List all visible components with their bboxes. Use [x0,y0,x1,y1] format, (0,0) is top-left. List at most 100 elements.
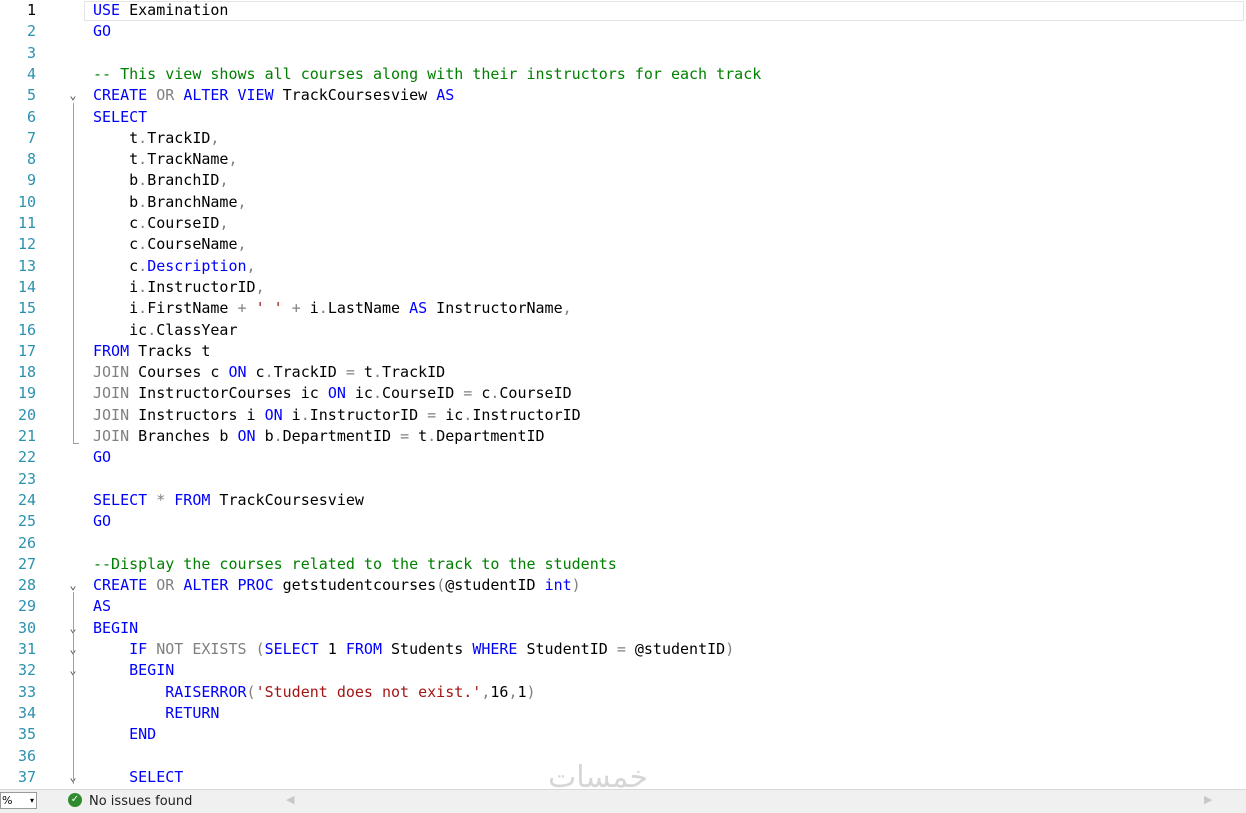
code-token: NOT EXISTS [156,640,247,658]
code-line[interactable]: 31⌄ IF NOT EXISTS (SELECT 1 FROM Student… [0,639,1246,660]
code-token: + [237,299,247,318]
chevron-down-icon: ▾ [29,796,34,805]
code-line[interactable]: 16 ic.ClassYear [0,320,1246,341]
line-number: 21 [17,427,36,445]
code-token: TrackID [273,363,346,382]
code-token: LastName [327,299,410,318]
code-token: , [237,192,247,211]
code-line[interactable]: 30⌄BEGIN [0,618,1246,639]
code-token: GO [93,22,112,41]
code-line[interactable]: 20 JOIN Instructors i ON i.InstructorID =… [0,405,1246,426]
line-number: 10 [17,192,36,211]
code-token: 16 [490,682,509,701]
code-line[interactable]: 28 ⌄ CREATE OR ALTER PROC getstudentcourse… [0,575,1246,596]
code-token: SELECT [264,640,319,658]
zoom-dropdown[interactable]: % ▾ [0,792,37,809]
code-line[interactable]: 5 ⌄ CREATE OR ALTER VIEW TrackCoursesview … [0,85,1246,106]
code-line[interactable]: 8 t.TrackName, [0,149,1246,170]
code-text: USE Examination [93,0,228,21]
line-number: 19 [17,384,36,403]
code-token: @studentID [445,576,545,595]
line-number: 17 [17,341,36,360]
code-text: AS [93,596,111,617]
code-token: RETURN [165,703,220,722]
code-token: = [427,405,437,424]
line-number: 12 [17,235,36,254]
code-text: ic.ClassYear [93,320,238,341]
code-line[interactable]: 26 [0,533,1246,554]
code-token: c [93,235,139,254]
line-number: 28 [17,576,36,595]
code-text: i.InstructorID, [93,277,264,298]
code-line[interactable]: 33 RAISERROR('Student does not exist.',1… [0,682,1246,703]
code-line[interactable]: 34 RETURN [0,703,1246,724]
code-line[interactable]: 10 b.BranchName, [0,192,1246,213]
code-line[interactable]: 1 USE Examination [0,0,1246,21]
code-text: BEGIN [93,660,174,681]
line-number: 24 [17,490,36,509]
code-token: . [138,192,148,211]
code-token: = [463,384,473,403]
fold-guide-line [73,656,74,742]
code-line[interactable]: 11 c.CourseID, [0,213,1246,234]
code-token: SELECT [93,107,148,126]
code-token: 1 [318,640,346,658]
code-line[interactable]: 3 [0,43,1246,64]
code-line[interactable]: 15 i.FirstName + ' ' + i.LastName AS Ins… [0,298,1246,319]
code-line[interactable]: 12 c.CourseName, [0,234,1246,255]
line-number: 23 [17,469,36,488]
scroll-right-icon[interactable]: ▶ [1204,793,1212,806]
code-token: . [138,214,148,232]
code-line[interactable]: 32⌄ BEGIN [0,660,1246,681]
code-line[interactable]: 18 JOIN Courses c ON c.TrackID = t.TrackI… [0,362,1246,383]
code-line[interactable]: 21 JOIN Branches b ON b.DepartmentID = t.… [0,426,1246,447]
code-token: TrackID [147,128,211,147]
code-token: ) [526,682,536,701]
code-text: t.TrackID, [93,128,219,149]
code-token: GO [93,448,112,467]
code-token: CourseID [147,214,220,232]
scroll-left-icon[interactable]: ◀ [286,793,294,806]
code-token: ( [436,576,446,595]
code-token: ic [345,384,373,403]
code-line[interactable]: 4 -- This view shows all courses along wi… [0,64,1246,85]
code-token: , [228,150,238,169]
code-line[interactable]: 29 AS [0,596,1246,617]
watermark-logo: خمسات [548,760,649,795]
code-token: . [273,427,283,445]
code-token: ClassYear [156,320,238,339]
code-token: i [93,277,139,296]
line-number: 25 [17,512,36,531]
code-line[interactable]: 22 GO [0,447,1246,468]
code-token: = [345,363,355,382]
code-line[interactable]: 2 GO [0,21,1246,42]
check-circle-icon[interactable]: ✓ [68,793,82,807]
code-line[interactable]: 23 [0,469,1246,490]
code-token: i [93,299,139,318]
code-line[interactable]: 27 --Display the courses related to the t… [0,554,1246,575]
code-line[interactable]: 24 SELECT * FROM TrackCoursesview [0,490,1246,511]
code-token: i [282,405,301,424]
code-editor[interactable]: 1 USE Examination 2 GO 3 4 -- This view shows … [0,0,1246,789]
code-token: InstructorCourses ic [129,384,328,403]
code-token: BranchID [147,171,220,190]
code-line[interactable]: 13 c.Description, [0,256,1246,277]
code-line[interactable]: 35 END [0,724,1246,745]
code-line[interactable]: 17 FROM Tracks t [0,341,1246,362]
code-line[interactable]: 9 b.BranchID, [0,170,1246,191]
code-token: t [93,150,139,169]
issues-status-text[interactable]: No issues found [89,793,192,810]
code-token: . [138,128,148,147]
code-token: JOIN [93,384,130,403]
code-line[interactable]: 7 t.TrackID, [0,128,1246,149]
code-line[interactable]: 25 GO [0,511,1246,532]
code-text: RETURN [93,703,219,724]
code-token: Branches b [129,427,238,445]
code-line[interactable]: 14 i.InstructorID, [0,277,1246,298]
code-line[interactable]: 6 SELECT [0,107,1246,128]
code-line[interactable]: 19 JOIN InstructorCourses ic ON ic.Course… [0,383,1246,404]
